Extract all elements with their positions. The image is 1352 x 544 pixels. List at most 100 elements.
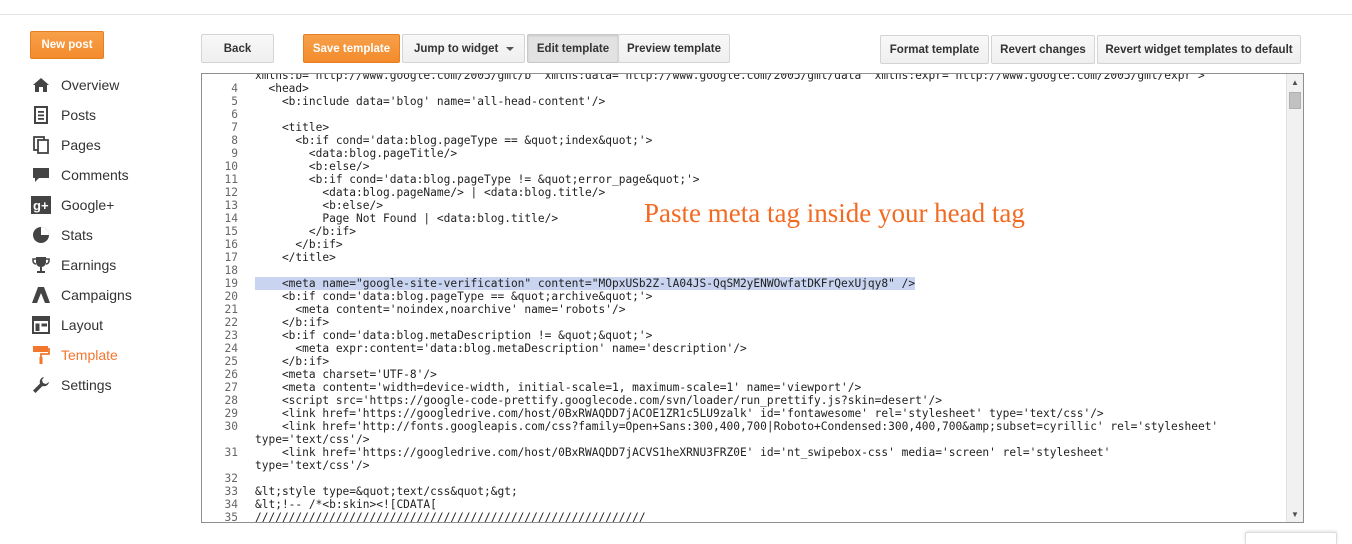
code-line: 20 <b:if cond='data:blog.pageType == &qu… bbox=[202, 290, 1287, 303]
code-text: <title> bbox=[255, 121, 330, 134]
line-number: 7 bbox=[231, 121, 238, 134]
sidebar-nav: Overview Posts Pages Comments g+ Google+… bbox=[28, 70, 198, 400]
sidebar-item-pages[interactable]: Pages bbox=[28, 130, 198, 160]
line-number: 20 bbox=[224, 290, 238, 303]
line-number: 29 bbox=[224, 407, 238, 420]
line-number: 26 bbox=[224, 368, 238, 381]
code-line: 28 <script src='https://google-code-pret… bbox=[202, 394, 1287, 407]
sidebar-item-google-plus[interactable]: g+ Google+ bbox=[28, 190, 198, 220]
sidebar-item-layout[interactable]: Layout bbox=[28, 310, 198, 340]
revert-widget-templates-button[interactable]: Revert widget templates to default bbox=[1097, 35, 1301, 64]
code-text: <link href='https://googledrive.com/host… bbox=[255, 407, 1104, 420]
code-line: 26 <meta charset='UTF-8'/> bbox=[202, 368, 1287, 381]
template-code-editor[interactable]: xmlns:b='http://www.google.com/2005/gml/… bbox=[201, 73, 1304, 523]
code-line: 23 <b:if cond='data:blog.metaDescription… bbox=[202, 329, 1287, 342]
code-text: <meta content='noindex,noarchive' name='… bbox=[255, 303, 626, 316]
sidebar-item-campaigns[interactable]: Campaigns bbox=[28, 280, 198, 310]
code-line: 4 <head> bbox=[202, 82, 1287, 95]
sidebar-item-comments[interactable]: Comments bbox=[28, 160, 198, 190]
code-line: 29 <link href='https://googledrive.com/h… bbox=[202, 407, 1287, 420]
code-line: 22 </b:if> bbox=[202, 316, 1287, 329]
line-number: 5 bbox=[231, 95, 238, 108]
code-text: <meta content='width=device-width, initi… bbox=[255, 381, 862, 394]
jump-to-widget-label: Jump to widget bbox=[414, 42, 499, 55]
vertical-scrollbar[interactable]: ▲ ▼ bbox=[1286, 74, 1303, 522]
line-number: 23 bbox=[224, 329, 238, 342]
code-line: 27 <meta content='width=device-width, in… bbox=[202, 381, 1287, 394]
code-text: ////////////////////////////////////////… bbox=[255, 511, 646, 523]
back-button[interactable]: Back bbox=[201, 34, 274, 63]
code-text: </b:if> bbox=[255, 225, 357, 238]
home-icon bbox=[30, 75, 52, 95]
code-line: 35 //////////////////////////////////////… bbox=[202, 511, 1287, 523]
sidebar-item-label: Stats bbox=[61, 227, 93, 243]
code-text: <data:blog.pageName/> | <data:blog.title… bbox=[255, 186, 606, 199]
line-number: 32 bbox=[224, 472, 238, 485]
code-text: <b:else/> bbox=[255, 199, 383, 212]
sidebar-item-posts[interactable]: Posts bbox=[28, 100, 198, 130]
line-number: 4 bbox=[231, 82, 238, 95]
posts-icon bbox=[30, 105, 52, 125]
code-text: Page Not Found | <data:blog.title/> bbox=[255, 212, 559, 225]
code-line: 33 &lt;style type=&quot;text/css&quot;&gt… bbox=[202, 485, 1287, 498]
scroll-up-arrow-icon[interactable]: ▲ bbox=[1287, 74, 1303, 90]
line-number: 31 bbox=[224, 446, 238, 459]
comments-icon bbox=[30, 165, 52, 185]
code-line: 21 <meta content='noindex,noarchive' nam… bbox=[202, 303, 1287, 316]
code-text: <meta expr:content='data:blog.metaDescri… bbox=[255, 342, 747, 355]
top-divider bbox=[0, 14, 1352, 15]
sidebar-item-label: Pages bbox=[61, 137, 101, 153]
preview-template-tab[interactable]: Preview template bbox=[618, 34, 730, 63]
scroll-down-arrow-icon[interactable]: ▼ bbox=[1287, 506, 1303, 522]
line-number: 22 bbox=[224, 316, 238, 329]
code-text: </b:if> bbox=[255, 316, 330, 329]
code-text: &lt;!-- /*<b:skin><![CDATA[ bbox=[255, 498, 437, 511]
code-text: <b:if cond='data:blog.metaDescription !=… bbox=[255, 329, 653, 342]
sidebar-item-stats[interactable]: Stats bbox=[28, 220, 198, 250]
sidebar-item-overview[interactable]: Overview bbox=[28, 70, 198, 100]
line-number: 30 bbox=[224, 420, 238, 433]
code-text: <b:if cond='data:blog.pageType != &quot;… bbox=[255, 173, 700, 186]
edit-template-tab[interactable]: Edit template bbox=[527, 34, 619, 63]
line-number: 21 bbox=[224, 303, 238, 316]
sidebar-item-label: Overview bbox=[61, 77, 120, 93]
sidebar-item-settings[interactable]: Settings bbox=[28, 370, 198, 400]
sidebar-item-label: Layout bbox=[61, 317, 104, 333]
sidebar-item-label: Campaigns bbox=[61, 287, 132, 303]
code-text: <head> bbox=[255, 82, 309, 95]
scrollbar-thumb[interactable] bbox=[1289, 92, 1301, 109]
code-line: 7 <title> bbox=[202, 121, 1287, 134]
revert-changes-button[interactable]: Revert changes bbox=[991, 35, 1095, 64]
line-number: 28 bbox=[224, 394, 238, 407]
code-text: &lt;style type=&quot;text/css&quot;&gt; bbox=[255, 485, 518, 498]
code-area[interactable]: xmlns:b='http://www.google.com/2005/gml/… bbox=[202, 73, 1287, 522]
campaigns-icon bbox=[30, 285, 52, 305]
code-line: 25 </b:if> bbox=[202, 355, 1287, 368]
code-line: 32 bbox=[202, 472, 1287, 485]
code-text: <b:if cond='data:blog.pageType == &quot;… bbox=[255, 134, 653, 147]
code-line: type='text/css'/> bbox=[202, 433, 1287, 446]
code-text: xmlns:b='http://www.google.com/2005/gml/… bbox=[255, 73, 1205, 82]
save-template-button[interactable]: Save template bbox=[303, 34, 400, 63]
code-line: 9 <data:blog.pageTitle/> bbox=[202, 147, 1287, 160]
line-number: 25 bbox=[224, 355, 238, 368]
line-number: 10 bbox=[224, 160, 238, 173]
code-text: </title> bbox=[255, 251, 336, 264]
line-number: 12 bbox=[224, 186, 238, 199]
sidebar-item-label: Settings bbox=[61, 377, 112, 393]
code-line: 10 <b:else/> bbox=[202, 160, 1287, 173]
sidebar-item-template[interactable]: Template bbox=[28, 340, 198, 370]
code-line: 18 bbox=[202, 264, 1287, 277]
line-number: 18 bbox=[224, 264, 238, 277]
new-post-button[interactable]: New post bbox=[30, 31, 104, 59]
code-text: type='text/css'/> bbox=[255, 459, 370, 472]
line-number: 24 bbox=[224, 342, 238, 355]
code-text: <meta charset='UTF-8'/> bbox=[255, 368, 437, 381]
jump-to-widget-dropdown[interactable]: Jump to widget bbox=[402, 34, 525, 63]
sidebar-item-earnings[interactable]: Earnings bbox=[28, 250, 198, 280]
layout-icon bbox=[30, 315, 52, 335]
code-text: <b:include data='blog' name='all-head-co… bbox=[255, 95, 606, 108]
code-text: <data:blog.pageTitle/> bbox=[255, 147, 458, 160]
stats-icon bbox=[30, 225, 52, 245]
format-template-button[interactable]: Format template bbox=[880, 35, 989, 64]
